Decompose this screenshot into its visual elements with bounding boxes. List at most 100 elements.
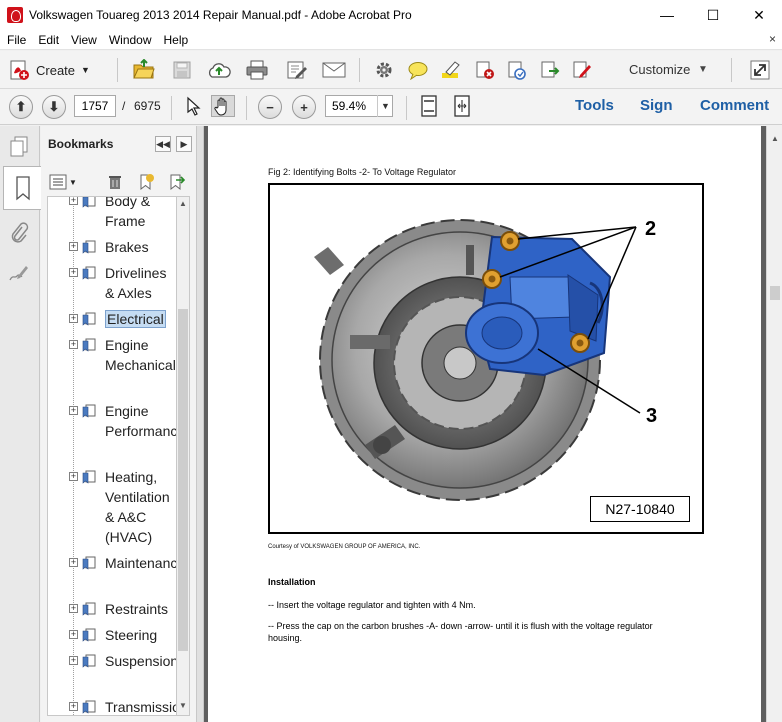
chevron-down-icon[interactable]: ▼: [698, 64, 708, 75]
hand-tool-button[interactable]: [211, 95, 235, 117]
add-comment-button[interactable]: [406, 59, 430, 81]
arrow-down-icon: ⬇: [48, 99, 60, 114]
export-button[interactable]: [538, 59, 562, 81]
image-courtesy: Courtesy of VOLKSWAGEN GROUP OF AMERICA,…: [268, 544, 421, 550]
delete-bookmark-button[interactable]: [107, 174, 123, 193]
expand-plus-icon[interactable]: +: [69, 472, 78, 481]
expand-plus-icon[interactable]: +: [69, 197, 78, 205]
bookmark-label[interactable]: Body & Frame: [105, 196, 176, 231]
document-viewport[interactable]: Fig 2: Identifying Bolts -2- To Voltage …: [204, 126, 766, 722]
next-page-button[interactable]: ⬇: [42, 95, 66, 119]
expand-panel-button[interactable]: ▶: [176, 136, 192, 152]
email-button[interactable]: [322, 59, 346, 81]
bookmark-page-icon: [82, 266, 96, 280]
bookmark-label-text: Engine Performance: [105, 403, 177, 439]
scroll-up-icon[interactable]: ▲: [767, 134, 782, 143]
bookmark-label[interactable]: Electrical: [105, 309, 176, 329]
bookmark-label[interactable]: Drivelines & Axles: [105, 263, 176, 303]
expand-plus-icon[interactable]: +: [69, 604, 78, 613]
print-button[interactable]: [245, 59, 269, 81]
double-chevron-left-icon: ◀◀: [156, 138, 170, 149]
bookmarks-scrollbar[interactable]: ▲ ▼: [177, 196, 190, 716]
maximize-button[interactable]: ☐: [690, 0, 736, 30]
attachments-button[interactable]: [6, 220, 32, 246]
bookmark-label-text: Body & Frame: [105, 196, 151, 229]
highlight-button[interactable]: [439, 59, 463, 81]
toolbar-divider: [117, 58, 118, 82]
title-bar: Volkswagen Touareg 2013 2014 Repair Manu…: [0, 0, 782, 30]
bookmark-label[interactable]: Engine Mechanical: [105, 335, 176, 375]
scroll-up-icon[interactable]: ▲: [177, 199, 189, 213]
menu-help[interactable]: Help: [158, 33, 195, 47]
expand-plus-icon[interactable]: +: [69, 702, 78, 711]
upload-cloud-button[interactable]: [207, 59, 231, 81]
pdf-page: Fig 2: Identifying Bolts -2- To Voltage …: [208, 126, 761, 722]
bookmark-expand-icon: [170, 174, 186, 191]
fullscreen-button[interactable]: [748, 59, 772, 81]
expand-plus-icon[interactable]: +: [69, 558, 78, 567]
expand-plus-icon[interactable]: +: [69, 314, 78, 323]
scrollbar-thumb[interactable]: [178, 309, 188, 651]
arrow-cursor-icon: [187, 96, 201, 116]
collapse-panel-button[interactable]: ◀◀: [155, 136, 171, 152]
expand-plus-icon[interactable]: +: [69, 242, 78, 251]
bookmark-label[interactable]: Transmission: [105, 697, 176, 715]
bookmark-page-icon: [82, 700, 96, 714]
bookmark-page-icon: [82, 312, 96, 326]
toolbar-divider: [359, 58, 360, 82]
create-button[interactable]: Create ▼: [8, 59, 90, 81]
scroll-down-icon[interactable]: ▼: [177, 701, 189, 715]
expand-plus-icon[interactable]: +: [69, 406, 78, 415]
signature-pen-icon: [9, 266, 28, 281]
page-thumbnails-button[interactable]: [6, 134, 32, 160]
page-fit-button[interactable]: [417, 95, 441, 117]
close-document-button[interactable]: ×: [769, 32, 776, 46]
bookmark-label[interactable]: Heating, Ventilation & A&C (HVAC): [105, 467, 176, 547]
bookmark-label[interactable]: Suspension: [105, 651, 176, 671]
bookmark-label[interactable]: Steering: [105, 625, 176, 645]
expand-bookmark-button[interactable]: [167, 173, 186, 194]
close-window-button[interactable]: ✕: [736, 0, 782, 30]
comment-pane-link[interactable]: Comment: [700, 97, 769, 114]
menu-view[interactable]: View: [65, 33, 103, 47]
tools-pane-link[interactable]: Tools: [575, 97, 614, 114]
settings-button[interactable]: [372, 59, 396, 81]
bookmark-label[interactable]: Maintenance: [105, 553, 176, 573]
previous-page-button[interactable]: ⬆: [9, 95, 33, 119]
redact-button[interactable]: [473, 59, 497, 81]
menu-edit[interactable]: Edit: [32, 33, 65, 47]
scrollbar-thumb[interactable]: [770, 286, 780, 300]
protect-button[interactable]: [505, 59, 529, 81]
chevron-down-icon[interactable]: ▼: [377, 95, 393, 117]
sign-pane-link[interactable]: Sign: [640, 97, 673, 114]
save-button[interactable]: [170, 59, 194, 81]
menu-window[interactable]: Window: [103, 33, 158, 47]
panel-splitter[interactable]: [196, 126, 204, 722]
section-heading: Installation: [268, 577, 316, 587]
new-bookmark-button[interactable]: [137, 173, 155, 194]
signatures-button[interactable]: [6, 260, 32, 286]
select-tool-button[interactable]: [181, 95, 205, 117]
bookmark-label[interactable]: Engine Performance: [105, 401, 177, 441]
edit-form-button[interactable]: [285, 59, 309, 81]
document-scrollbar[interactable]: ▲: [766, 126, 782, 722]
expand-plus-icon[interactable]: +: [69, 268, 78, 277]
bookmark-options-button[interactable]: ▼: [49, 174, 77, 190]
page-number-input[interactable]: 1757: [74, 95, 116, 117]
instruction-step-1: -- Insert the voltage regulator and tigh…: [268, 600, 476, 610]
open-folder-button[interactable]: [132, 59, 156, 81]
minimize-button[interactable]: —: [644, 0, 690, 30]
bookmark-label[interactable]: Restraints: [105, 599, 176, 619]
expand-plus-icon[interactable]: +: [69, 630, 78, 639]
expand-plus-icon[interactable]: +: [69, 340, 78, 349]
fill-sign-button[interactable]: [570, 59, 594, 81]
menu-file[interactable]: File: [0, 33, 32, 47]
fit-width-button[interactable]: [450, 95, 474, 117]
zoom-out-button[interactable]: −: [258, 95, 282, 119]
customize-menu[interactable]: Customize: [629, 62, 690, 77]
bookmark-label[interactable]: Brakes: [105, 237, 176, 257]
bookmarks-panel-button[interactable]: [3, 166, 41, 210]
expand-plus-icon[interactable]: +: [69, 656, 78, 665]
bookmark-label-text: Transmission: [105, 699, 176, 715]
zoom-in-button[interactable]: +: [292, 95, 316, 119]
